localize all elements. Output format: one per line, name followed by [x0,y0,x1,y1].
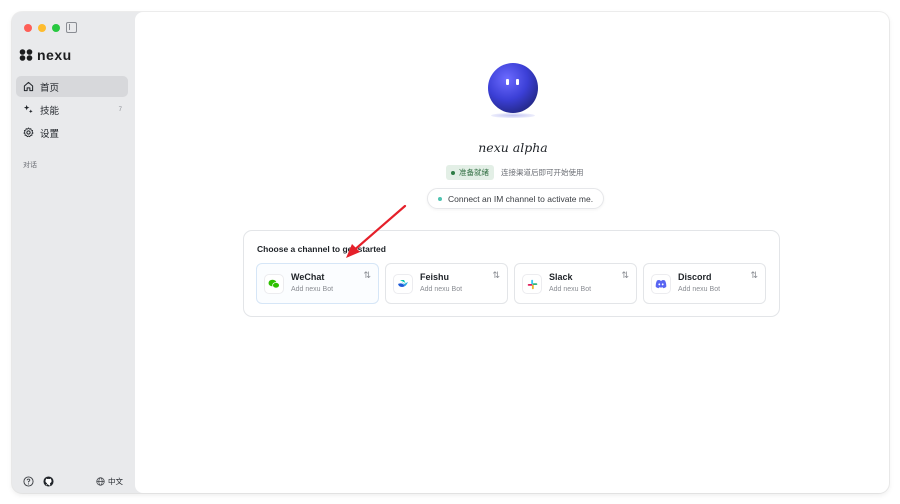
sidebar-item-label: 技能 [40,105,60,117]
channel-name: WeChat [291,272,325,282]
hint-dot-icon [438,196,442,201]
sidebar-footer: 中文 [23,474,123,488]
status-label: 准备就绪 [459,168,489,177]
sidebar-item-label: 设置 [40,128,60,140]
language-switcher[interactable]: 中文 [96,476,123,487]
app-window: nexu 首页 技能 7 设置 对话 中文 nexu alpha 准备就绪 连接… [12,12,889,493]
help-icon[interactable] [23,475,34,487]
feishu-icon [393,274,413,294]
channel-wechat[interactable]: WeChat Add nexu Bot ⇅ [256,263,379,304]
discord-icon [651,274,671,294]
sidebar-item-home[interactable]: 首页 [16,76,128,97]
sidebar-item-skills[interactable]: 技能 7 [16,99,128,120]
sidebar-toggle-icon[interactable] [66,22,77,33]
nexu-logo-icon [19,49,33,61]
sidebar-item-label: 首页 [40,82,60,94]
channel-picker-title: Choose a channel to get started [257,244,386,254]
skills-count-badge: 7 [118,106,122,113]
channel-name: Feishu [420,272,450,282]
close-window-button[interactable] [24,24,32,32]
channel-slack[interactable]: Slack Add nexu Bot ⇅ [514,263,637,304]
channel-subtitle: Add nexu Bot [291,286,334,293]
swap-icon: ⇅ [750,270,758,280]
channel-discord[interactable]: Discord Add nexu Bot ⇅ [643,263,766,304]
sidebar-item-settings[interactable]: 设置 [16,122,128,143]
channel-subtitle: Add nexu Bot [420,286,463,293]
main-content: nexu alpha 准备就绪 连接渠道后即可开始使用 Connect an I… [135,12,889,493]
brand-logo: nexu [19,47,72,63]
swap-icon: ⇅ [363,270,371,280]
channel-subtitle: Add nexu Bot [678,286,721,293]
connect-hint-pill: Connect an IM channel to activate me. [427,188,605,209]
connect-hint-text: Connect an IM channel to activate me. [448,193,594,204]
sparkle-icon [23,104,34,115]
channel-feishu[interactable]: Feishu Add nexu Bot ⇅ [385,263,508,304]
sidebar-nav: 首页 技能 7 设置 [16,76,128,145]
agent-name: nexu alpha [478,140,548,155]
brand-name: nexu [37,47,72,63]
agent-status-row: 准备就绪 连接渠道后即可开始使用 [446,165,584,180]
globe-icon [96,476,105,486]
status-hint: 连接渠道后即可开始使用 [501,168,584,177]
window-controls [24,24,60,32]
wechat-icon [264,274,284,294]
language-label: 中文 [108,476,123,486]
home-icon [23,81,34,92]
swap-icon: ⇅ [621,270,629,280]
status-dot-icon [451,170,455,175]
agent-avatar [485,63,541,119]
conversations-section-label: 对话 [23,162,37,169]
channel-name: Slack [549,272,573,282]
channel-subtitle: Add nexu Bot [549,286,592,293]
gear-icon [23,127,34,138]
github-icon[interactable] [43,475,54,487]
slack-icon [522,274,542,294]
channel-list: WeChat Add nexu Bot ⇅ Feishu Add nexu Bo… [256,263,766,304]
status-badge: 准备就绪 [446,165,494,180]
maximize-window-button[interactable] [52,24,60,32]
channel-name: Discord [678,272,712,282]
sidebar: nexu 首页 技能 7 设置 对话 中文 [12,12,135,493]
channel-picker-card: Choose a channel to get started WeChat A… [243,230,780,317]
minimize-window-button[interactable] [38,24,46,32]
swap-icon: ⇅ [492,270,500,280]
